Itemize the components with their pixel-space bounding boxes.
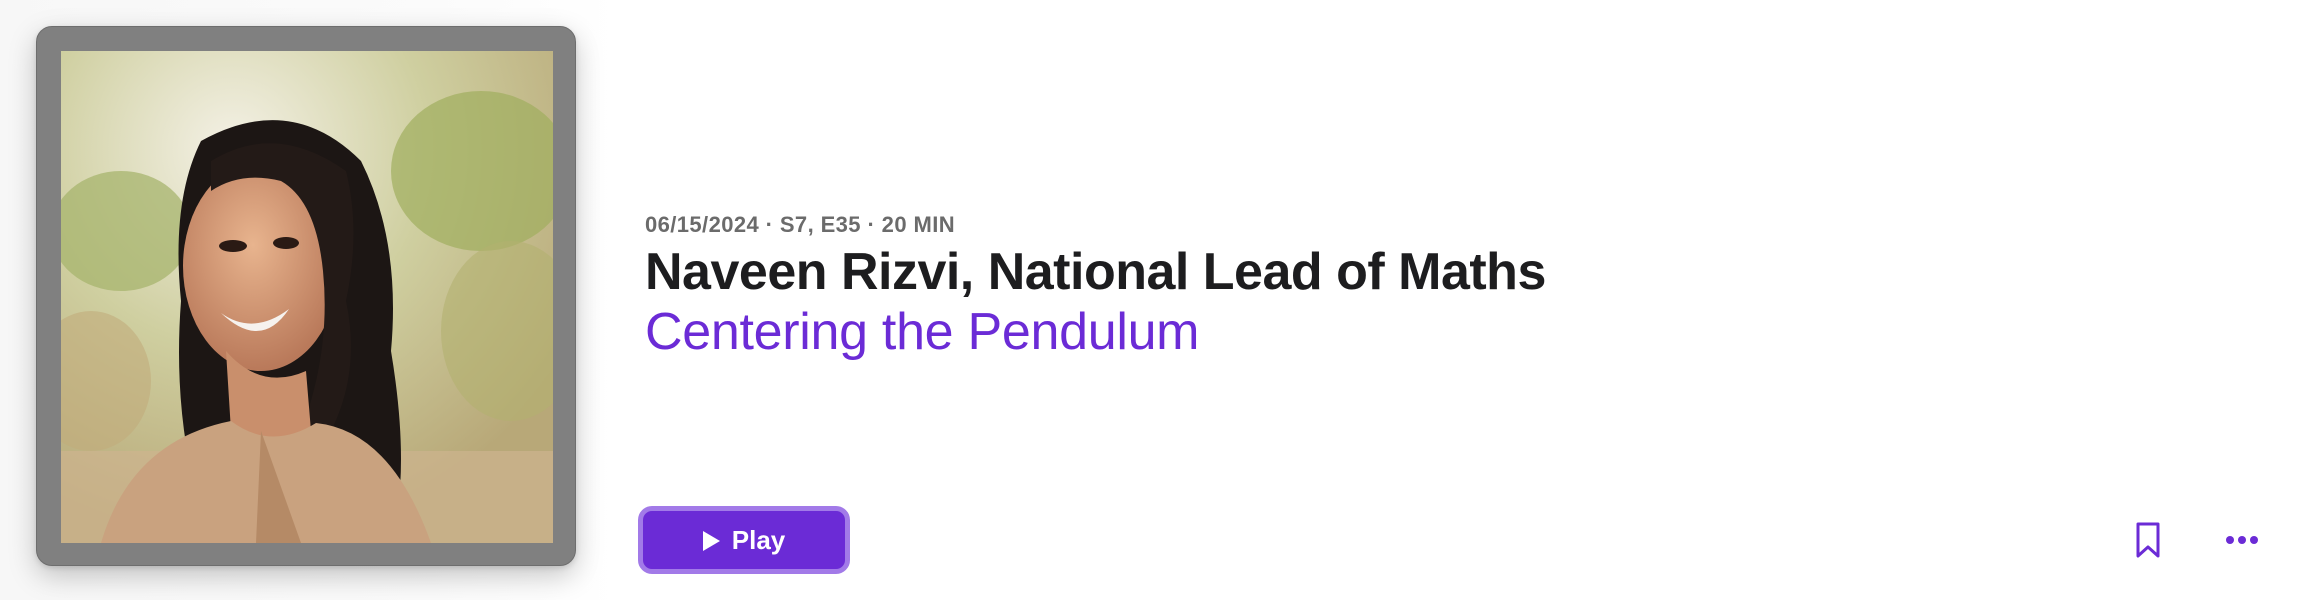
show-link[interactable]: Centering the Pendulum <box>645 302 1200 362</box>
guest-portrait-image <box>61 51 553 543</box>
episode-artwork[interactable] <box>36 26 576 566</box>
bookmark-icon <box>2136 522 2160 558</box>
play-button[interactable]: Play <box>638 506 850 574</box>
episode-header: 06/15/2024 · S7, E35 · 20 MIN Naveen Riz… <box>0 0 2300 600</box>
bookmark-button[interactable] <box>2126 512 2170 568</box>
play-button-label: Play <box>731 524 786 555</box>
episode-meta: 06/15/2024 · S7, E35 · 20 MIN <box>645 212 955 237</box>
guest-photo <box>61 51 553 543</box>
more-options-button[interactable] <box>2220 516 2264 564</box>
episode-title: Naveen Rizvi, National Lead of Maths <box>645 243 1546 301</box>
play-icon <box>702 530 720 551</box>
ellipsis-icon <box>2226 536 2258 544</box>
